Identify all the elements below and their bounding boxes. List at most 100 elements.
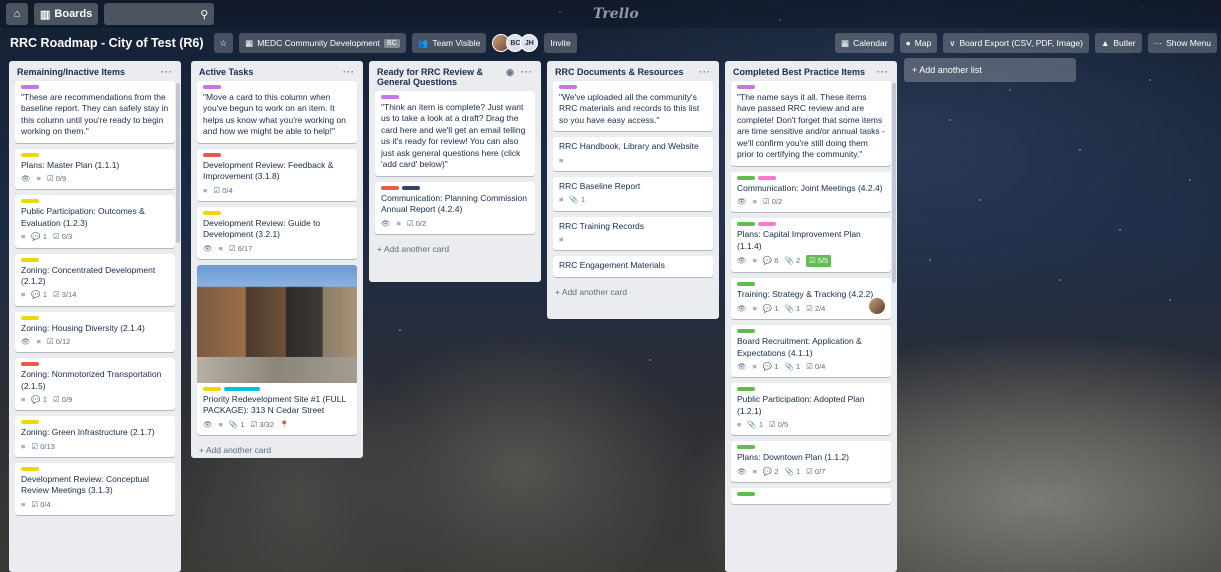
list-remaining-inactive[interactable]: Remaining/Inactive Items ··· "These are … <box>9 61 181 572</box>
card-labels[interactable] <box>737 222 885 227</box>
card[interactable]: Plans: Downtown Plan (1.1.2) 👁 ≡ 💬 2 📎 1 ☑ 0/… <box>731 441 891 482</box>
add-card-button[interactable]: + Add another card <box>547 283 719 304</box>
card-labels[interactable] <box>737 445 885 450</box>
label-sky[interactable] <box>224 387 260 391</box>
card[interactable]: Development Review: Guide to Development… <box>197 206 357 259</box>
card-labels[interactable] <box>737 329 885 334</box>
card[interactable]: "Move a card to this column when you've … <box>197 81 357 143</box>
card-labels[interactable] <box>21 362 169 367</box>
label-yellow[interactable] <box>21 466 39 471</box>
list-active-tasks[interactable]: Active Tasks ··· "Move a card to this co… <box>191 61 363 458</box>
card[interactable]: Plans: Capital Improvement Plan (1.1.4) 👁… <box>731 218 891 273</box>
card[interactable]: Communication: Joint Meetings (4.2.4) 👁 ≡ ☑… <box>731 171 891 213</box>
list-menu-icon[interactable]: ··· <box>161 67 173 77</box>
card[interactable]: Zoning: Housing Diversity (2.1.4) 👁 ≡ ☑ 0/1… <box>15 311 175 353</box>
label-green[interactable] <box>737 329 755 334</box>
card[interactable]: Development Review: Feedback & Improveme… <box>197 148 357 201</box>
label-purple[interactable] <box>203 85 221 89</box>
notifications-button[interactable]: ♫ <box>1193 3 1215 16</box>
card[interactable]: Public Participation: Adopted Plan (1.2.… <box>731 383 891 436</box>
list-menu-icon[interactable]: ··· <box>343 67 355 77</box>
list-ready-for-review[interactable]: Ready for RRC Review & General Questions… <box>369 61 541 282</box>
card[interactable]: Zoning: Nonmotorized Transportation (2.1… <box>15 358 175 411</box>
avatar[interactable]: JH <box>520 34 539 52</box>
list-completed[interactable]: Completed Best Practice Items ··· "The n… <box>725 61 897 572</box>
label-red[interactable] <box>21 362 39 367</box>
info-button[interactable]: ⓘ <box>1166 3 1188 16</box>
label-yellow[interactable] <box>21 420 39 425</box>
list-menu-icon[interactable]: ··· <box>699 67 711 77</box>
label-green[interactable] <box>737 222 755 227</box>
card[interactable]: Zoning: Green Infrastructure (2.1.7) ≡ ☑ 0… <box>15 416 175 457</box>
list-title[interactable]: Ready for RRC Review & General Questions <box>377 67 497 87</box>
label-red[interactable] <box>203 152 221 157</box>
invite-button[interactable]: Invite <box>544 33 577 53</box>
card[interactable]: "These are recommendations from the base… <box>15 81 175 143</box>
calendar-button[interactable]: ▦ Calendar <box>835 33 894 53</box>
card[interactable]: "We've uploaded all the community's RRC … <box>553 81 713 132</box>
member-avatar[interactable] <box>869 298 885 315</box>
label-green[interactable] <box>737 445 755 450</box>
label-yellow[interactable] <box>21 152 39 157</box>
card[interactable]: Board Recruitment: Application & Expecta… <box>731 325 891 378</box>
card[interactable]: "Think an item is complete? Just want us… <box>375 91 535 176</box>
card-labels[interactable] <box>203 210 351 215</box>
card[interactable]: Zoning: Concentrated Development (2.1.2)… <box>15 253 175 306</box>
list-title[interactable]: Completed Best Practice Items <box>733 67 865 77</box>
card-labels[interactable] <box>737 282 885 287</box>
list-title[interactable]: Active Tasks <box>199 67 253 77</box>
label-yellow[interactable] <box>203 210 221 215</box>
label-yellow[interactable] <box>203 387 221 391</box>
card[interactable]: Priority Redevelopment Site #1 (FULL PAC… <box>197 265 357 436</box>
list-menu-icon[interactable]: ··· <box>877 67 889 77</box>
card-labels[interactable] <box>203 387 351 391</box>
card[interactable]: "The name says it all. These items have … <box>731 81 891 166</box>
list-rrc-documents[interactable]: RRC Documents & Resources ··· "We've upl… <box>547 61 719 319</box>
label-purple[interactable] <box>559 85 577 89</box>
card-labels[interactable] <box>737 85 885 89</box>
card[interactable]: RRC Engagement Materials <box>553 256 713 277</box>
add-card-button[interactable]: + Add another card <box>369 240 541 261</box>
label-pink[interactable] <box>758 175 776 180</box>
label-purple[interactable] <box>737 85 755 89</box>
label-red[interactable] <box>381 185 399 190</box>
label-pink[interactable] <box>758 222 776 227</box>
card-labels[interactable] <box>21 466 169 471</box>
label-yellow[interactable] <box>21 199 39 204</box>
card-labels[interactable] <box>21 420 169 425</box>
card-labels[interactable] <box>203 85 351 89</box>
card[interactable]: Training: Strategy & Tracking (4.2.2) 👁 ≡ 💬… <box>731 278 891 320</box>
search-input[interactable]: ⚲ <box>104 3 215 25</box>
label-purple[interactable] <box>21 85 39 89</box>
visibility-button[interactable]: 👥 Team Visible <box>411 33 487 53</box>
card-labels[interactable] <box>21 315 169 320</box>
card-labels[interactable] <box>21 257 169 262</box>
card-labels[interactable] <box>737 175 885 180</box>
card-labels[interactable] <box>381 185 529 190</box>
label-purple[interactable] <box>381 95 399 99</box>
card[interactable]: RRC Handbook, Library and Website ≡ <box>553 137 713 171</box>
list-title[interactable]: RRC Documents & Resources <box>555 67 684 77</box>
list-scrollbar[interactable] <box>892 83 896 283</box>
label-green[interactable] <box>737 491 755 496</box>
boards-button[interactable]: ▥ Boards <box>34 3 99 25</box>
card-labels[interactable] <box>203 152 351 157</box>
label-yellow[interactable] <box>21 315 39 320</box>
team-button[interactable]: ▦ MEDC Community Development BC <box>239 33 406 53</box>
card[interactable]: Public Participation: Outcomes & Evaluat… <box>15 195 175 248</box>
card-labels[interactable] <box>559 85 707 89</box>
add-card-button[interactable]: + Add another card <box>191 441 363 458</box>
card-labels[interactable] <box>21 199 169 204</box>
card[interactable] <box>731 487 891 504</box>
show-menu-button[interactable]: ··· Show Menu <box>1147 33 1217 53</box>
list-title[interactable]: Remaining/Inactive Items <box>17 67 125 77</box>
star-button[interactable]: ☆ <box>213 33 234 53</box>
card-labels[interactable] <box>21 152 169 157</box>
card-labels[interactable] <box>737 491 885 496</box>
card-labels[interactable] <box>381 95 529 99</box>
create-button[interactable]: + <box>1139 3 1161 16</box>
board-title[interactable]: RRC Roadmap - City of Test (R6) <box>10 36 204 50</box>
label-green[interactable] <box>737 387 755 392</box>
card-labels[interactable] <box>737 387 885 392</box>
card[interactable]: RRC Training Records ≡ <box>553 216 713 251</box>
